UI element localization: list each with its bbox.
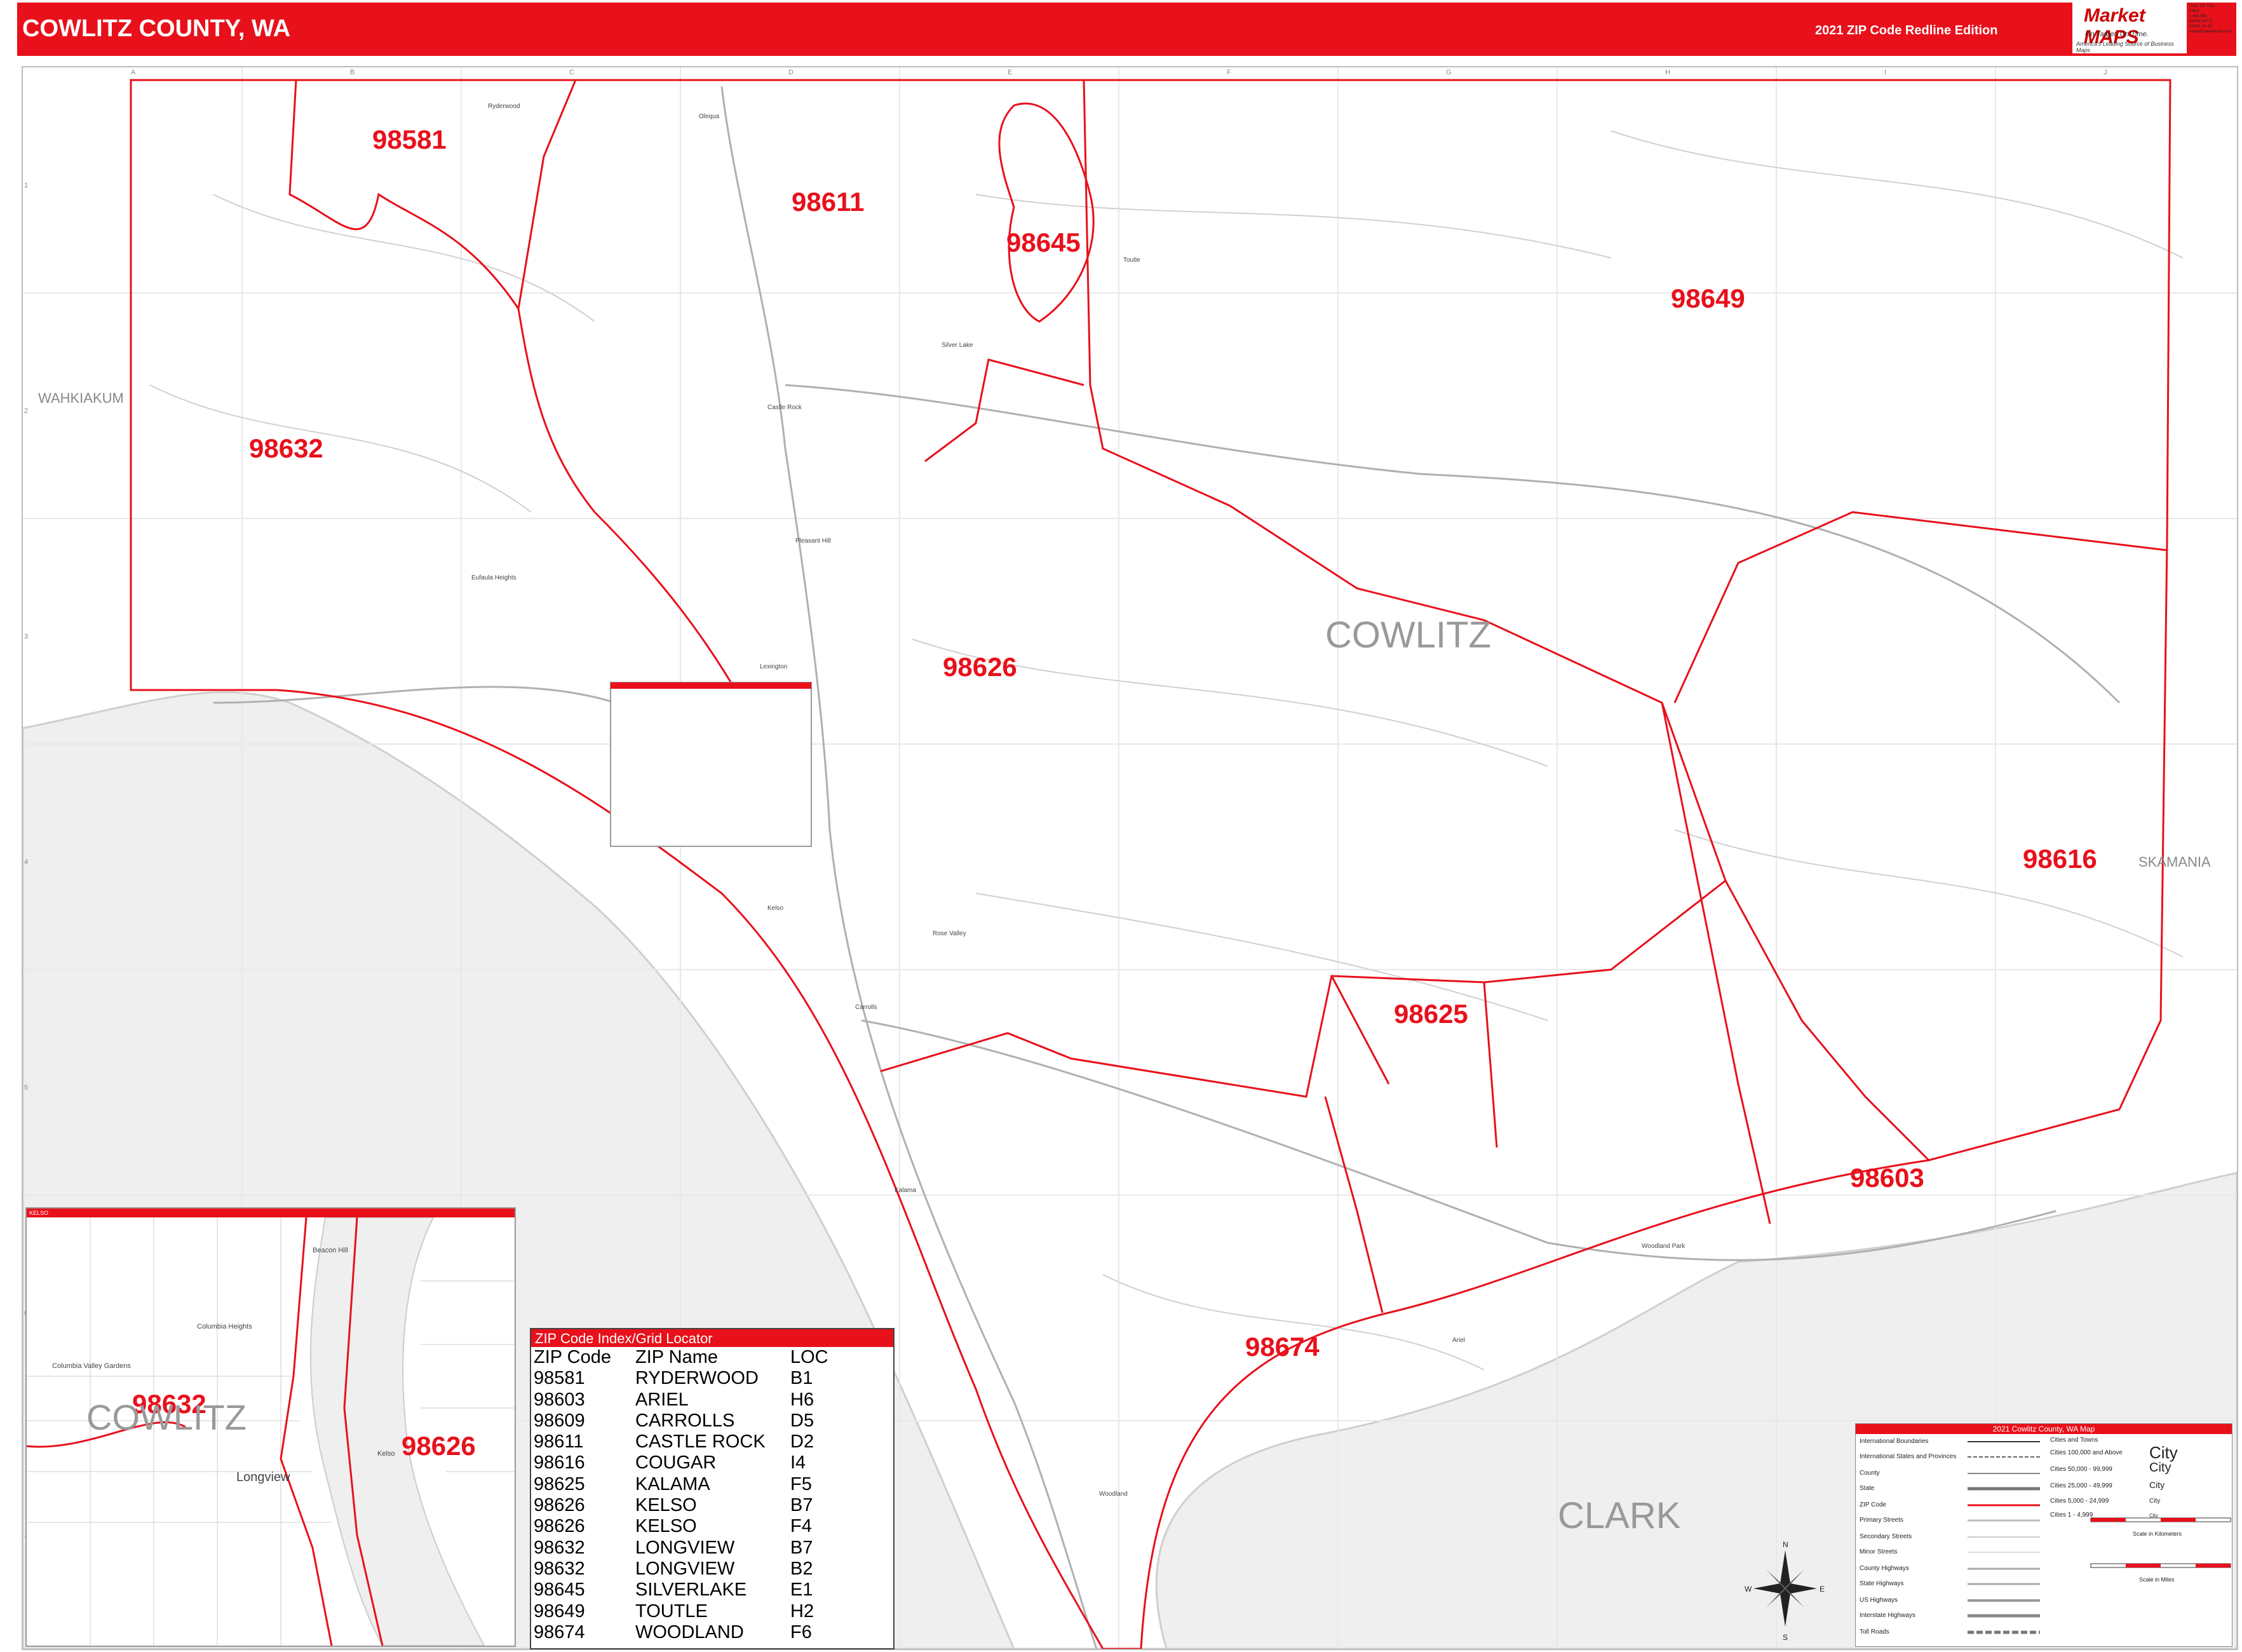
logo-tagline: On Target, On Time.	[2085, 30, 2149, 38]
neighbor-label-skamania: SKAMANIA	[2138, 854, 2211, 870]
zip-index-row: 98645 SILVERLAKE E1	[534, 1580, 813, 1601]
zip-label-98626: 98626	[943, 652, 1017, 682]
compass-w: W	[1745, 1585, 1752, 1594]
grid-row-3: 3	[24, 633, 29, 640]
grid-row-4: 4	[24, 858, 29, 866]
zip-index-row: 98581 RYDERWOOD B1	[534, 1368, 813, 1389]
town-label: Silver Lake	[942, 342, 973, 349]
grid-col-f: F	[1227, 69, 1231, 76]
town-label: Eufaula Heights	[471, 574, 517, 581]
zip-label-98603: 98603	[1850, 1163, 1924, 1193]
zip-label-98611: 98611	[792, 187, 865, 217]
town-label: Ariel	[1452, 1337, 1466, 1344]
inset-place-label: Longview	[236, 1470, 290, 1484]
zip-label-98645: 98645	[1006, 227, 1081, 257]
kelso-inset-map[interactable]: KELSO 98632 98626 COWLITZ Columbia Heigh…	[25, 1207, 516, 1647]
zip-label-98581: 98581	[372, 125, 447, 154]
zip-index-row: 98632 LONGVIEW B7	[534, 1537, 813, 1558]
map-title: COWLITZ COUNTY, WA	[22, 15, 291, 42]
inset-zip-98626: 98626	[402, 1431, 476, 1461]
zip-index-row: 98603 ARIEL H6	[534, 1389, 814, 1410]
compass-rose-icon	[1753, 1550, 1817, 1627]
zip-index-row: 98611 CASTLE ROCK D2	[534, 1432, 814, 1452]
neighbor-label-wahkiakum: WAHKIAKUM	[38, 390, 124, 406]
grid-col-d: D	[788, 69, 793, 76]
grid-col-g: G	[1446, 69, 1452, 76]
town-label: Kelso	[767, 905, 784, 912]
contact-info: CALL US TOLL FREE 1-800-864-MAPS (6277) E…	[2189, 4, 2232, 34]
town-label: Ryderwood	[488, 103, 520, 110]
town-label: Toutle	[1123, 257, 1140, 264]
county-label-cowlitz: COWLITZ	[1325, 614, 1491, 656]
county-label-clark: CLARK	[1558, 1495, 1681, 1536]
inset-place-label: Beacon Hill	[313, 1247, 348, 1254]
zip-label-98625: 98625	[1394, 999, 1468, 1029]
zip-code-index: ZIP Code Index/Grid Locator ZIP Code ZIP …	[530, 1328, 895, 1649]
grid-col-h: H	[1665, 69, 1670, 76]
grid-col-e: E	[1008, 69, 1013, 76]
compass-s: S	[1783, 1633, 1788, 1642]
grid-row-5: 5	[24, 1084, 29, 1092]
town-label: Woodland Park	[1642, 1243, 1685, 1250]
zip-index-title: ZIP Code Index/Grid Locator	[531, 1329, 893, 1347]
inset-place-label: Columbia Valley Gardens	[52, 1362, 131, 1370]
legend-scale-km: Scale in Kilometers	[2133, 1531, 2182, 1537]
inset-county-label: COWLITZ	[86, 1397, 246, 1437]
grid-col-c: C	[569, 69, 574, 76]
zip-index-row: 98674 WOODLAND F6	[534, 1622, 812, 1642]
grid-col-i: I	[1884, 69, 1887, 76]
grid-row-1: 1	[24, 182, 29, 189]
zip-index-header-row: ZIP Code ZIP Name LOC	[534, 1347, 828, 1367]
market-maps-logo: Market MAPS On Target, On Time. America'…	[2072, 0, 2187, 53]
zip-label-98674: 98674	[1245, 1332, 1320, 1362]
zip-index-row: 98625 KALAMA F5	[534, 1473, 812, 1494]
grid-col-j: J	[2104, 69, 2107, 76]
grid-col-a: A	[131, 69, 136, 76]
zip-label-98649: 98649	[1671, 283, 1745, 313]
logo-subtag: America's Leading Source of Business Map…	[2076, 41, 2174, 53]
compass-n: N	[1783, 1540, 1788, 1549]
grid-col-b: B	[350, 69, 355, 76]
zip-index-row: 98649 TOUTLE H2	[534, 1601, 814, 1622]
town-label: Pleasant Hill	[795, 538, 831, 545]
zip-index-row: 98616 COUGAR I4	[534, 1452, 806, 1473]
town-label: Olequa	[699, 113, 720, 120]
zip-index-row: 98626 KELSO F4	[534, 1516, 812, 1537]
town-label: Woodland	[1099, 1491, 1128, 1498]
legend-scale-mi: Scale in Miles	[2139, 1576, 2175, 1583]
town-label: Carrolls	[855, 1004, 877, 1011]
town-label: Castle Rock	[767, 404, 802, 411]
edition-label: 2021 ZIP Code Redline Edition	[1815, 24, 1998, 37]
zip-label-98632: 98632	[249, 433, 323, 463]
compass-e: E	[1820, 1585, 1825, 1594]
inset-title: KELSO	[27, 1209, 515, 1217]
zip-label-98616: 98616	[2023, 844, 2097, 874]
inset-place-label: Columbia Heights	[197, 1323, 252, 1330]
town-label: Lexington	[760, 663, 788, 670]
zip-index-row: 98632 LONGVIEW B2	[534, 1558, 813, 1579]
zip-index-row: 98626 KELSO B7	[534, 1495, 813, 1516]
zip-index-row: 98609 CARROLLS D5	[534, 1410, 814, 1431]
town-label: Rose Valley	[933, 930, 966, 937]
legend-cities-heading: Cities and Towns	[2050, 1437, 2098, 1444]
grid-row-2: 2	[24, 407, 29, 415]
town-label: Kalama	[895, 1187, 916, 1194]
map-legend: 2021 Cowlitz County, WA Map Internationa…	[1855, 1423, 2232, 1647]
title-bar: COWLITZ COUNTY, WA 2021 ZIP Code Redline…	[17, 3, 2236, 56]
inset-place-label: Kelso	[377, 1450, 395, 1458]
